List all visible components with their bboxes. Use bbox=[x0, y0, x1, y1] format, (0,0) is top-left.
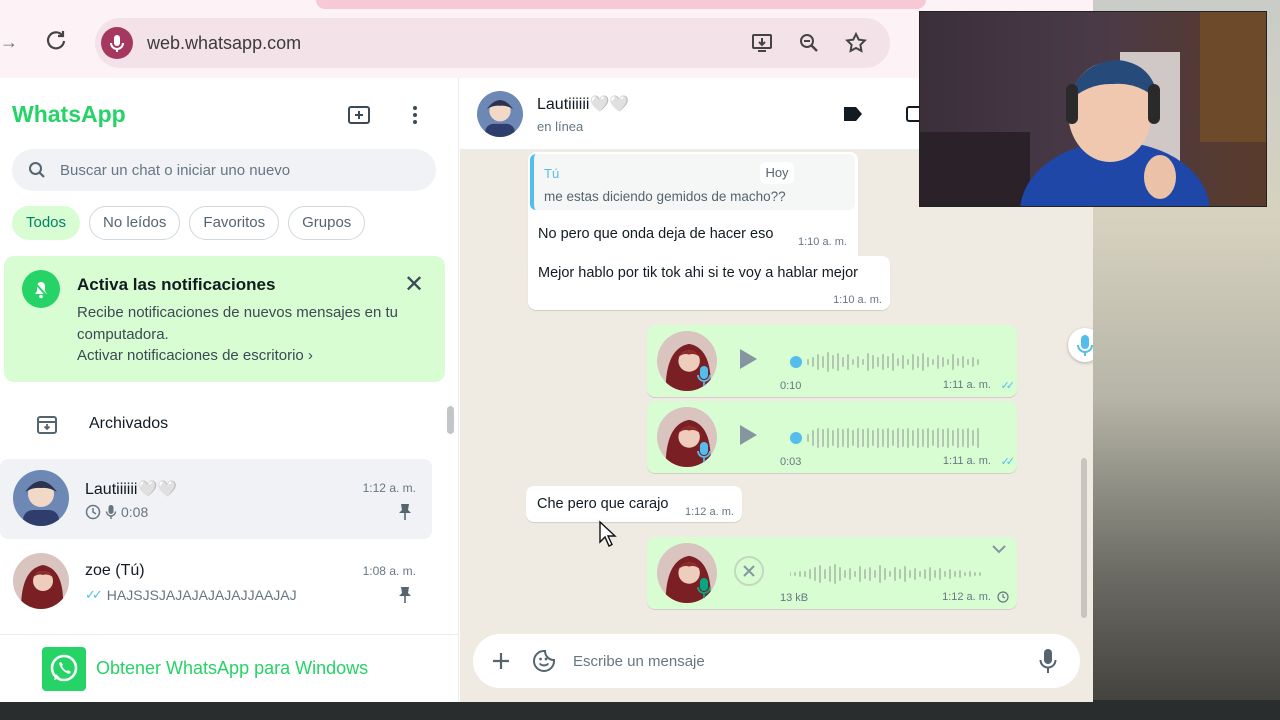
chat-preview: 0:08 bbox=[85, 504, 148, 520]
message-composer bbox=[473, 634, 1080, 688]
chat-list-item[interactable]: zoe (Tú) 1:08 a. m. ✓✓ HAJSJSJAJAJAJAJAJ… bbox=[0, 542, 432, 622]
browser-tab-strip bbox=[316, 0, 926, 9]
read-double-check-icon: ✓✓ bbox=[1000, 380, 1016, 392]
contact-status: en línea bbox=[537, 119, 584, 134]
mouse-cursor-icon bbox=[599, 520, 617, 547]
voice-message[interactable]: 0:10 1:11 a. m. ✓✓ bbox=[647, 325, 1017, 397]
install-app-icon[interactable] bbox=[750, 31, 774, 55]
pending-clock-icon bbox=[997, 591, 1009, 603]
site-mic-permission-icon[interactable] bbox=[101, 27, 133, 59]
filter-grupos[interactable]: Grupos bbox=[288, 206, 366, 240]
desktop-bottom-strip bbox=[0, 700, 1280, 720]
bell-off-icon bbox=[22, 270, 60, 308]
chevron-down-icon[interactable] bbox=[991, 543, 1007, 555]
chat-time: 1:12 a. m. bbox=[362, 481, 416, 495]
date-chip: Hoy bbox=[760, 162, 794, 184]
mic-icon bbox=[697, 366, 711, 386]
chat-list-item[interactable]: Lautiiiiii🤍🤍 1:12 a. m. 0:08 bbox=[0, 459, 432, 539]
play-icon[interactable] bbox=[737, 423, 759, 447]
waveform[interactable] bbox=[790, 423, 990, 453]
search-box bbox=[12, 149, 436, 191]
message-input[interactable] bbox=[573, 634, 1013, 688]
url-text[interactable]: web.whatsapp.com bbox=[147, 33, 301, 54]
contact-name: Lautiiiiii🤍🤍 bbox=[537, 96, 630, 113]
chat-preview: ✓✓ HAJSJSJAJAJAJAJAJJAAJAJ bbox=[85, 587, 297, 603]
cancel-upload-icon[interactable] bbox=[733, 555, 765, 587]
notification-title: Activa las notificaciones bbox=[77, 275, 276, 294]
conversation-scrollbar[interactable] bbox=[1081, 458, 1087, 618]
message-bubble-in[interactable]: Che pero que carajo 1:12 a. m. bbox=[526, 486, 742, 522]
message-time: 1:10 a. m. bbox=[798, 236, 847, 248]
chat-name: Lautiiiiii🤍🤍 bbox=[85, 481, 178, 498]
pin-icon bbox=[399, 504, 411, 520]
search-input[interactable] bbox=[60, 149, 420, 191]
zoom-icon[interactable] bbox=[797, 31, 821, 55]
pin-icon bbox=[399, 587, 411, 603]
notification-banner: Activa las notificaciones ✕ Recibe notif… bbox=[4, 256, 445, 382]
message-text: Mejor hablo por tik tok ahi si te voy a … bbox=[538, 265, 858, 281]
play-icon[interactable] bbox=[737, 347, 759, 371]
message-bubble-in[interactable]: Mejor hablo por tik tok ahi si te voy a … bbox=[528, 256, 890, 310]
message-time: 1:12 a. m. bbox=[942, 591, 991, 603]
filter-no-leidos[interactable]: No leídos bbox=[89, 206, 181, 240]
whatsapp-brand: WhatsApp bbox=[12, 101, 126, 127]
chat-name: zoe (Tú) bbox=[85, 562, 145, 579]
voice-file-size: 13 kB bbox=[780, 592, 809, 604]
address-bar[interactable]: web.whatsapp.com bbox=[95, 18, 890, 68]
chat-time: 1:08 a. m. bbox=[362, 564, 416, 578]
message-time: 1:10 a. m. bbox=[833, 294, 882, 306]
floating-mic-button[interactable] bbox=[1068, 328, 1093, 362]
message-text: Che pero que carajo bbox=[537, 496, 669, 512]
whatsapp-logo-icon bbox=[42, 647, 86, 691]
enable-notifications-link[interactable]: Activar notificaciones de escritorio › bbox=[77, 347, 313, 364]
quote-author: Tú bbox=[544, 166, 560, 181]
chat-preview-text: 0:08 bbox=[121, 504, 149, 520]
archive-icon bbox=[37, 416, 57, 434]
reload-icon[interactable] bbox=[44, 28, 68, 52]
clock-icon bbox=[85, 504, 101, 520]
avatar[interactable] bbox=[477, 91, 523, 137]
filter-todos[interactable]: Todos bbox=[12, 206, 81, 240]
attach-plus-icon[interactable] bbox=[490, 650, 512, 672]
archived-label: Archivados bbox=[89, 415, 169, 432]
quote-text: me estas diciendo gemidos de macho?? bbox=[544, 189, 786, 204]
archived-row[interactable]: Archivados bbox=[0, 404, 440, 446]
bookmark-star-icon[interactable] bbox=[844, 31, 868, 55]
mic-icon bbox=[697, 442, 711, 462]
waveform bbox=[790, 564, 981, 584]
close-icon[interactable]: ✕ bbox=[404, 270, 424, 299]
voice-message[interactable]: 0:03 1:11 a. m. ✓✓ bbox=[647, 401, 1017, 473]
voice-duration: 0:03 bbox=[780, 456, 802, 468]
menu-dots-icon[interactable] bbox=[402, 102, 428, 128]
get-windows-app-banner[interactable]: Obtener WhatsApp para Windows bbox=[0, 634, 459, 702]
webcam-overlay bbox=[919, 11, 1267, 207]
voice-duration: 0:10 bbox=[780, 380, 802, 392]
message-time: 1:11 a. m. bbox=[942, 379, 991, 391]
message-text: No pero que onda deja de hacer eso bbox=[538, 226, 774, 242]
message-time: 1:12 a. m. bbox=[685, 506, 734, 518]
forward-icon[interactable]: → bbox=[0, 32, 18, 53]
avatar bbox=[13, 470, 69, 526]
read-double-check-icon: ✓✓ bbox=[85, 587, 103, 602]
read-double-check-icon: ✓✓ bbox=[1000, 456, 1016, 468]
message-time: 1:11 a. m. bbox=[942, 455, 991, 467]
quoted-message[interactable]: Tú me estas diciendo gemidos de macho?? bbox=[530, 154, 855, 210]
voice-message-sending[interactable]: 13 kB 1:12 a. m. bbox=[647, 537, 1017, 609]
search-icon bbox=[29, 162, 45, 178]
new-chat-icon[interactable] bbox=[346, 102, 372, 128]
filter-favoritos[interactable]: Favoritos bbox=[189, 206, 280, 240]
sticker-emoji-icon[interactable] bbox=[532, 649, 556, 673]
sidebar-scrollbar[interactable] bbox=[447, 406, 454, 434]
waveform[interactable] bbox=[790, 347, 990, 377]
chat-list-sidebar: WhatsApp Todos No leídos Favoritos Grupo… bbox=[0, 78, 459, 702]
mic-icon bbox=[105, 505, 117, 519]
avatar bbox=[13, 553, 69, 609]
notification-body: Recibe notificaciones de nuevos mensajes… bbox=[77, 304, 399, 343]
chat-preview-text: HAJSJSJAJAJAJAJAJJAAJAJ bbox=[106, 587, 297, 603]
mic-icon bbox=[697, 578, 711, 598]
label-tag-icon[interactable] bbox=[842, 104, 864, 124]
mic-icon[interactable] bbox=[1039, 648, 1057, 674]
chat-filters: Todos No leídos Favoritos Grupos bbox=[12, 206, 366, 240]
get-app-label: Obtener WhatsApp para Windows bbox=[96, 658, 369, 678]
